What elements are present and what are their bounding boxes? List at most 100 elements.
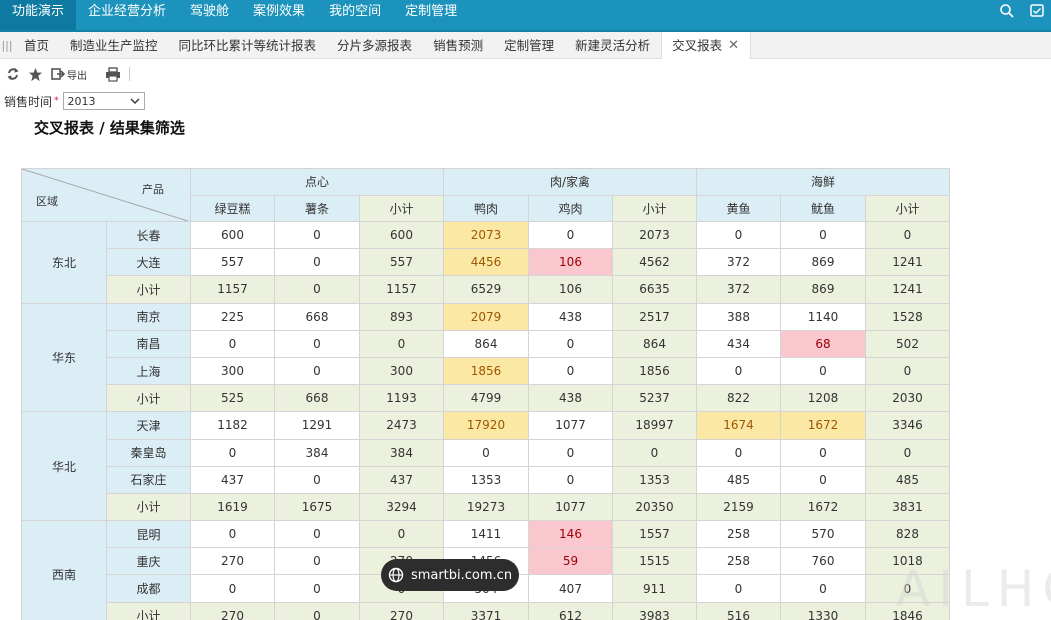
column-header: 薯条 (274, 194, 360, 222)
value-cell: 0 (865, 356, 950, 386)
tab-bar-handle-icon[interactable]: ||| (0, 39, 14, 52)
value-cell: 6635 (612, 275, 697, 304)
value-cell: 1675 (274, 492, 360, 522)
value-cell: 0 (780, 356, 866, 386)
report-title: 交叉报表 / 结果集筛选 (34, 119, 185, 137)
value-cell: 2073 (612, 220, 697, 250)
value-cell: 822 (696, 384, 781, 413)
value-cell: 557 (190, 248, 275, 277)
value-cell: 502 (865, 329, 950, 358)
value-cell: 0 (443, 438, 529, 467)
value-cell: 0 (274, 329, 360, 358)
search-icon[interactable] (999, 3, 1015, 19)
value-cell: 0 (359, 329, 444, 358)
tab-multi-source[interactable]: 分片多源报表 (327, 32, 423, 59)
column-header: 绿豆糕 (190, 194, 275, 222)
value-cell: 270 (190, 601, 275, 620)
tab-flexible-analysis[interactable]: 新建灵活分析 (565, 32, 661, 59)
city-cell: 南京 (106, 302, 191, 331)
nav-item-business[interactable]: 企业经营分析 (76, 0, 178, 30)
tab-cross-report[interactable]: 交叉报表 ✕ (661, 31, 752, 59)
value-cell: 525 (190, 384, 275, 413)
tab-yoy-report[interactable]: 同比环比累计等统计报表 (169, 32, 328, 59)
region-cell: 西南 (21, 520, 107, 620)
nav-item-cases[interactable]: 案例效果 (241, 0, 317, 30)
value-cell: 668 (274, 302, 360, 331)
column-header: 鸭肉 (443, 194, 529, 222)
tab-sales-forecast[interactable]: 销售预测 (423, 32, 494, 59)
table-row: 小计 270 0 270 3371 612 3983 516 1330 1846 (22, 601, 950, 620)
value-cell: 0 (780, 465, 866, 494)
group-header: 海鲜 (696, 168, 950, 196)
value-cell: 0 (359, 520, 444, 549)
table-row: 小计 1157 0 1157 6529 106 6635 372 869 1241 (22, 275, 950, 304)
table-row: 小计 1619 1675 3294 19273 1077 20350 2159 1672 3831 (22, 492, 950, 522)
value-cell: 106 (528, 248, 613, 277)
tab-home[interactable]: 首页 (14, 32, 60, 59)
value-cell: 0 (528, 220, 613, 250)
close-icon[interactable]: ✕ (728, 32, 739, 59)
value-cell: 18997 (612, 411, 697, 440)
value-cell: 1672 (780, 411, 866, 440)
tab-manufacturing[interactable]: 制造业生产监控 (60, 32, 169, 59)
refresh-button[interactable] (6, 67, 20, 81)
value-cell: 270 (359, 601, 444, 620)
value-cell: 146 (528, 520, 613, 549)
value-cell: 300 (359, 356, 444, 386)
value-cell: 0 (696, 574, 781, 603)
value-cell: 612 (528, 601, 613, 620)
value-cell: 0 (274, 547, 360, 576)
export-button[interactable]: 导出 (51, 67, 87, 82)
value-cell: 407 (528, 574, 613, 603)
value-cell: 869 (780, 275, 866, 304)
city-cell: 南昌 (106, 329, 191, 358)
column-header: 鸡肉 (528, 194, 613, 222)
tab-cross-report-label: 交叉报表 (672, 37, 723, 53)
nav-item-custom[interactable]: 定制管理 (393, 0, 469, 30)
print-icon (106, 66, 120, 82)
nav-item-my-space[interactable]: 我的空间 (317, 0, 393, 30)
value-cell: 225 (190, 302, 275, 331)
nav-item-cockpit[interactable]: 驾驶舱 (178, 0, 241, 30)
city-cell: 上海 (106, 356, 191, 386)
value-cell: 2079 (443, 302, 529, 331)
message-icon[interactable] (1029, 3, 1045, 19)
value-cell: 372 (696, 248, 781, 277)
value-cell: 1674 (696, 411, 781, 440)
table-row: 秦皇岛 0 384 384 0 0 0 0 0 0 (22, 438, 950, 467)
tab-custom-management[interactable]: 定制管理 (494, 32, 565, 59)
globe-icon (388, 567, 404, 583)
watermark-badge-text: smartbi.com.cn (410, 567, 513, 583)
value-cell: 0 (190, 329, 275, 358)
value-cell: 864 (612, 329, 697, 358)
nav-item-demo[interactable]: 功能演示 (0, 0, 77, 30)
value-cell: 68 (780, 329, 866, 358)
value-cell: 3371 (443, 601, 529, 620)
top-nav: 功能演示 企业经营分析 驾驶舱 案例效果 我的空间 定制管理 (0, 0, 1051, 32)
value-cell: 258 (696, 520, 781, 549)
value-cell: 864 (443, 329, 529, 358)
value-cell: 1856 (612, 356, 697, 386)
table-row: 小计 525 668 1193 4799 438 5237 822 1208 2030 (22, 384, 950, 413)
value-cell: 3831 (865, 492, 950, 522)
value-cell: 6529 (443, 275, 529, 304)
value-cell: 17920 (443, 411, 529, 440)
favorite-button[interactable] (28, 67, 43, 82)
value-cell: 3346 (865, 411, 950, 440)
value-cell: 438 (528, 302, 613, 331)
value-cell: 570 (780, 520, 866, 549)
value-cell: 0 (780, 220, 866, 250)
group-header: 点心 (190, 168, 444, 196)
value-cell: 3983 (612, 601, 697, 620)
value-cell: 1672 (780, 492, 866, 522)
value-cell: 2030 (865, 384, 950, 413)
sales-time-select[interactable]: 2013 (62, 92, 145, 110)
value-cell: 1353 (612, 465, 697, 494)
value-cell: 1077 (528, 411, 613, 440)
value-cell: 0 (612, 438, 697, 467)
value-cell: 1241 (865, 248, 950, 277)
group-header: 肉/家禽 (443, 168, 697, 196)
table-row: 石家庄 437 0 437 1353 0 1353 485 0 485 (22, 465, 950, 494)
value-cell: 1528 (865, 302, 950, 331)
print-button[interactable] (105, 66, 121, 82)
